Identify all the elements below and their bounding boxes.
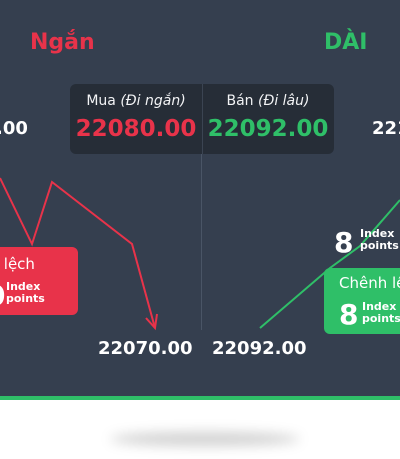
short-spread-unit: Index points <box>6 281 45 305</box>
panel-bottom-border <box>0 396 400 400</box>
long-spread-unit-line2: points <box>362 312 400 325</box>
quote-box: Mua (Đi ngắn) 22080.00 Bán (Đi lâu) 2209… <box>70 84 334 154</box>
short-target-price: 22070.00 <box>98 338 193 359</box>
short-spread-value: 0 <box>0 279 5 312</box>
buy-price: 22080.00 <box>75 116 197 142</box>
long-points-unit-line2: points <box>360 239 399 252</box>
long-entry-price: 22092.00 <box>212 338 307 359</box>
sell-price: 22092.00 <box>207 116 329 142</box>
buy-quote[interactable]: Mua (Đi ngắn) 22080.00 <box>70 84 202 154</box>
long-spread-label: Chênh lệ <box>339 274 400 292</box>
buy-hint: (Đi ngắn) <box>120 93 186 109</box>
long-spread-badge: Chênh lệ 8 Index points <box>324 268 400 334</box>
trading-panel: Ngắn DÀI Mua (Đi ngắn) 22080.00 Bán (Đi … <box>0 0 400 396</box>
long-points-unit: Index points <box>360 228 399 252</box>
short-spread-unit-line2: points <box>6 292 45 305</box>
sell-quote[interactable]: Bán (Đi lâu) 22092.00 <box>202 84 334 154</box>
price-lines <box>0 177 400 331</box>
right-price-partial: 221 <box>372 118 400 139</box>
sell-label-row: Bán (Đi lâu) <box>202 93 334 109</box>
left-price-partial: .00 <box>0 118 28 139</box>
buy-label-row: Mua (Đi ngắn) <box>70 93 202 109</box>
long-points-value: 8 <box>334 226 354 259</box>
short-spread-label: nh lệch <box>0 255 35 273</box>
buy-label: Mua <box>86 93 116 109</box>
sell-label: Bán <box>226 93 254 109</box>
long-spread-value: 8 <box>339 298 359 331</box>
panel-shadow <box>110 432 300 446</box>
short-spread-badge: nh lệch 0 Index points <box>0 247 78 315</box>
sell-hint: (Đi lâu) <box>258 93 310 109</box>
long-spread-unit: Index points <box>362 301 400 325</box>
